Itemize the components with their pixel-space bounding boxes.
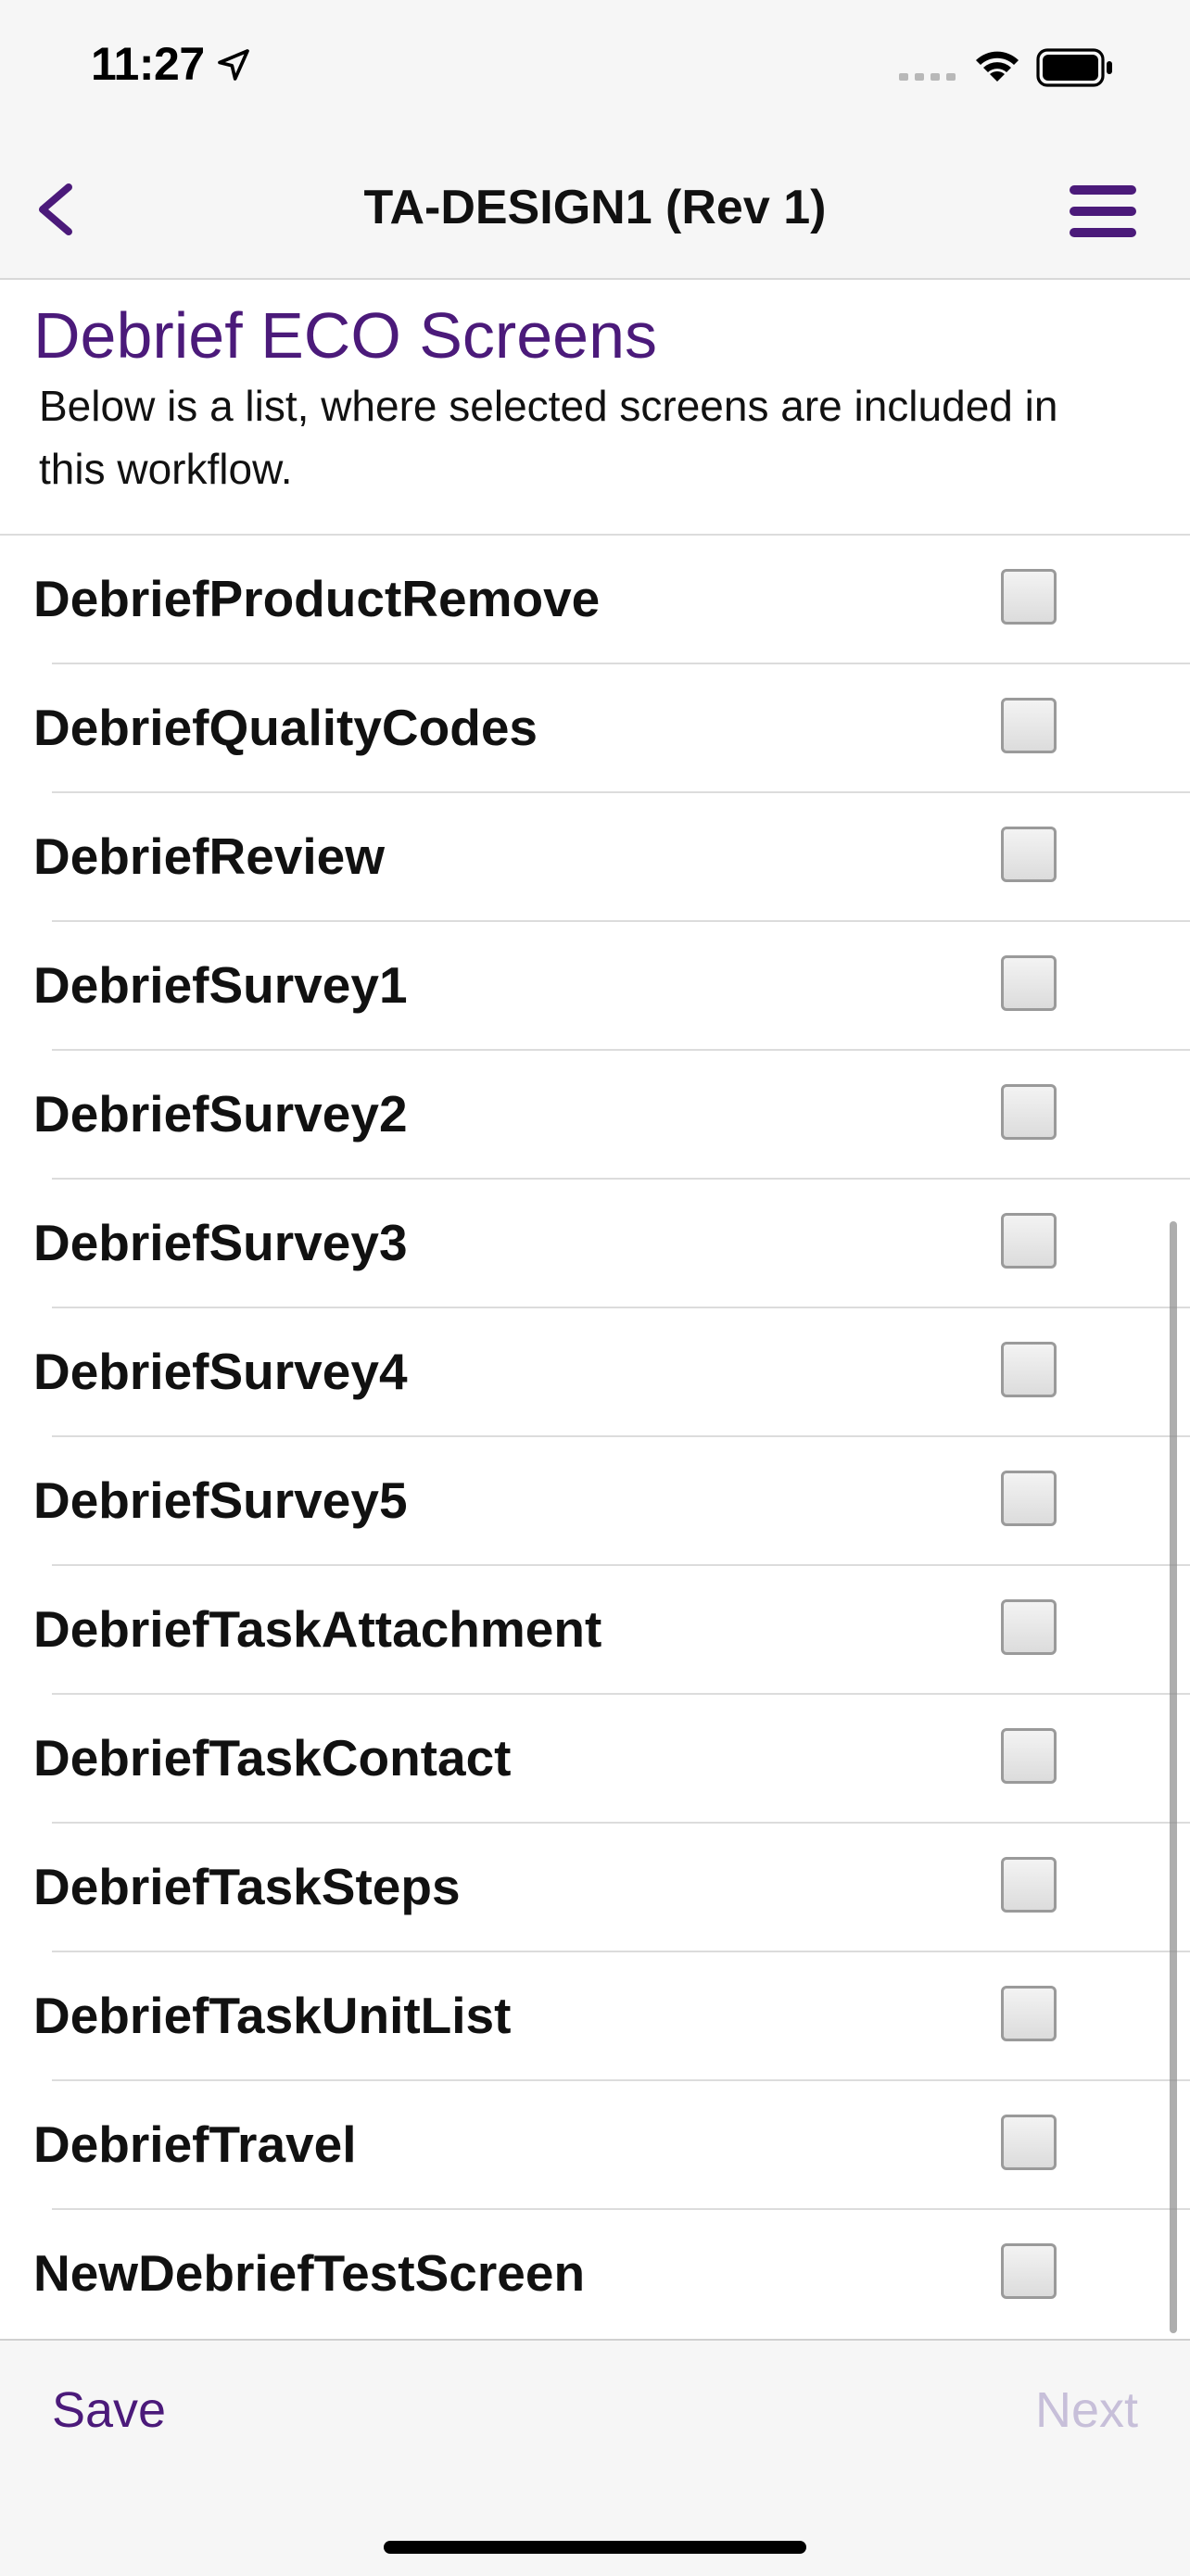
status-time: 11:27 [91, 38, 205, 90]
list-item[interactable]: DebriefReview [33, 793, 1190, 922]
location-arrow-icon [218, 49, 249, 81]
item-label: DebriefSurvey2 [33, 1085, 408, 1143]
page-title: TA-DESIGN1 (Rev 1) [363, 181, 827, 234]
item-label: DebriefSurvey3 [33, 1214, 408, 1271]
list-item[interactable]: DebriefSurvey2 [33, 1051, 1190, 1180]
list-item[interactable]: DebriefSurvey4 [33, 1308, 1190, 1437]
list-item[interactable]: DebriefTaskUnitList [33, 1952, 1190, 2081]
list-item[interactable]: DebriefQualityCodes [33, 664, 1190, 793]
cellular-signal-icon [899, 73, 956, 81]
wifi-icon [976, 51, 1019, 82]
scrollbar[interactable] [1170, 1221, 1177, 2333]
item-label: DebriefProductRemove [33, 570, 601, 627]
checkbox[interactable] [1001, 2243, 1057, 2299]
checkbox[interactable] [1001, 1084, 1057, 1140]
item-label: DebriefTaskContact [33, 1729, 512, 1787]
checkbox[interactable] [1001, 1599, 1057, 1655]
content-area[interactable]: Debrief ECO Screens Below is a list, whe… [0, 280, 1190, 2339]
item-label: DebriefSurvey5 [33, 1471, 408, 1529]
checkbox[interactable] [1001, 1986, 1057, 2041]
item-label: DebriefTravel [33, 2115, 357, 2173]
item-label: NewDebriefTestScreen [33, 2244, 586, 2302]
section-description: Below is a list, where selected screens … [39, 382, 1058, 493]
next-button[interactable]: Next [1035, 2381, 1138, 2439]
save-button[interactable]: Save [52, 2381, 166, 2439]
item-label: DebriefQualityCodes [33, 699, 538, 756]
checkbox[interactable] [1001, 1857, 1057, 1913]
status-bar: 11:27 [0, 0, 1190, 139]
checkbox[interactable] [1001, 1471, 1057, 1526]
list-item[interactable]: DebriefTravel [33, 2081, 1190, 2210]
checkbox[interactable] [1001, 698, 1057, 753]
item-label: DebriefReview [33, 827, 386, 885]
item-label: DebriefTaskAttachment [33, 1600, 602, 1658]
item-label: DebriefSurvey4 [33, 1343, 408, 1400]
section-title: Debrief ECO Screens [33, 299, 658, 372]
list-item[interactable]: DebriefSurvey3 [33, 1180, 1190, 1308]
checkbox[interactable] [1001, 2115, 1057, 2170]
home-indicator [384, 2541, 806, 2554]
list-item[interactable]: DebriefTaskAttachment [33, 1566, 1190, 1695]
checkbox[interactable] [1001, 955, 1057, 1011]
item-label: DebriefSurvey1 [33, 956, 408, 1014]
hamburger-menu-icon[interactable] [1066, 182, 1140, 241]
navigation-bar: TA-DESIGN1 (Rev 1) [0, 139, 1190, 280]
list-item[interactable]: DebriefTaskContact [33, 1695, 1190, 1824]
item-label: DebriefTaskSteps [33, 1858, 461, 1915]
checkbox[interactable] [1001, 1213, 1057, 1269]
battery-icon [1036, 48, 1112, 87]
screen-list: DebriefProductRemove DebriefQualityCodes… [0, 534, 1190, 2337]
list-item[interactable]: DebriefProductRemove [33, 536, 1190, 664]
checkbox[interactable] [1001, 827, 1057, 882]
checkbox[interactable] [1001, 1342, 1057, 1397]
list-item[interactable]: NewDebriefTestScreen [33, 2210, 1190, 2337]
list-item[interactable]: DebriefSurvey1 [33, 922, 1190, 1051]
list-item[interactable]: DebriefTaskSteps [33, 1824, 1190, 1952]
checkbox[interactable] [1001, 569, 1057, 625]
list-item[interactable]: DebriefSurvey5 [33, 1437, 1190, 1566]
bottom-toolbar: Save Next [0, 2339, 1190, 2576]
checkbox[interactable] [1001, 1728, 1057, 1784]
item-label: DebriefTaskUnitList [33, 1987, 512, 2044]
